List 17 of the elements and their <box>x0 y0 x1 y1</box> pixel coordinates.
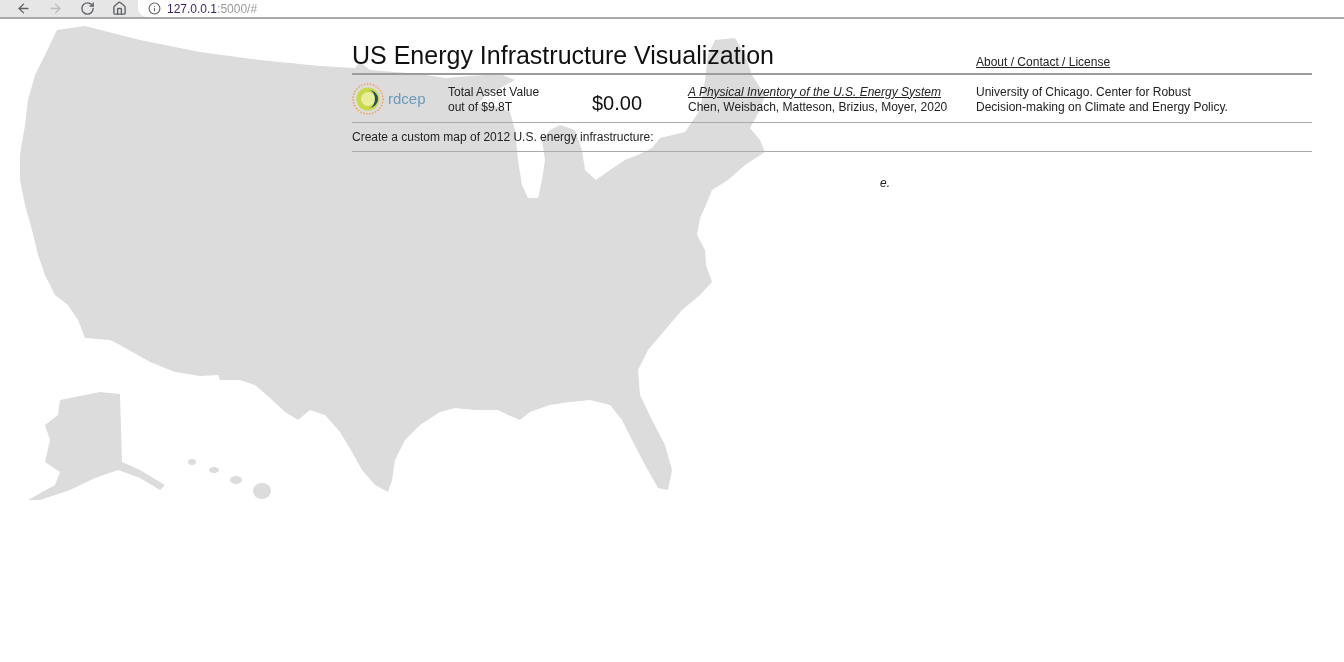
url-text: 127.0.0.1:5000/# <box>167 1 258 16</box>
note-text: e. <box>880 176 890 190</box>
address-bar[interactable]: 127.0.0.1:5000/# <box>138 0 1344 17</box>
citation-authors: Chen, Weisbach, Matteson, Brizius, Moyer, 2020 <box>688 99 949 115</box>
asset-label: Total Asset Value <box>448 84 541 100</box>
logo-text: rdcep <box>388 89 426 108</box>
asset-total-text: out of $9.8T <box>448 99 514 115</box>
info-icon <box>148 2 161 15</box>
home-button[interactable] <box>110 0 128 17</box>
affiliation-text: University of Chicago. Center for Robust Decision-making on Climate and Energy Policy. <box>976 83 1229 115</box>
total-value: $0.00 <box>592 90 644 115</box>
reload-button[interactable] <box>78 0 96 17</box>
citation-link[interactable]: A Physical Inventory of the U.S. Energy System <box>688 84 976 100</box>
about-contact-license-link[interactable]: About / Contact / License <box>976 54 1111 70</box>
prompt-text: Create a custom map of 2012 U.S. energy infrastructure: <box>352 129 654 145</box>
circle-logo-icon <box>352 82 384 115</box>
page-title: US Energy Infrastructure Visualization <box>352 40 775 71</box>
